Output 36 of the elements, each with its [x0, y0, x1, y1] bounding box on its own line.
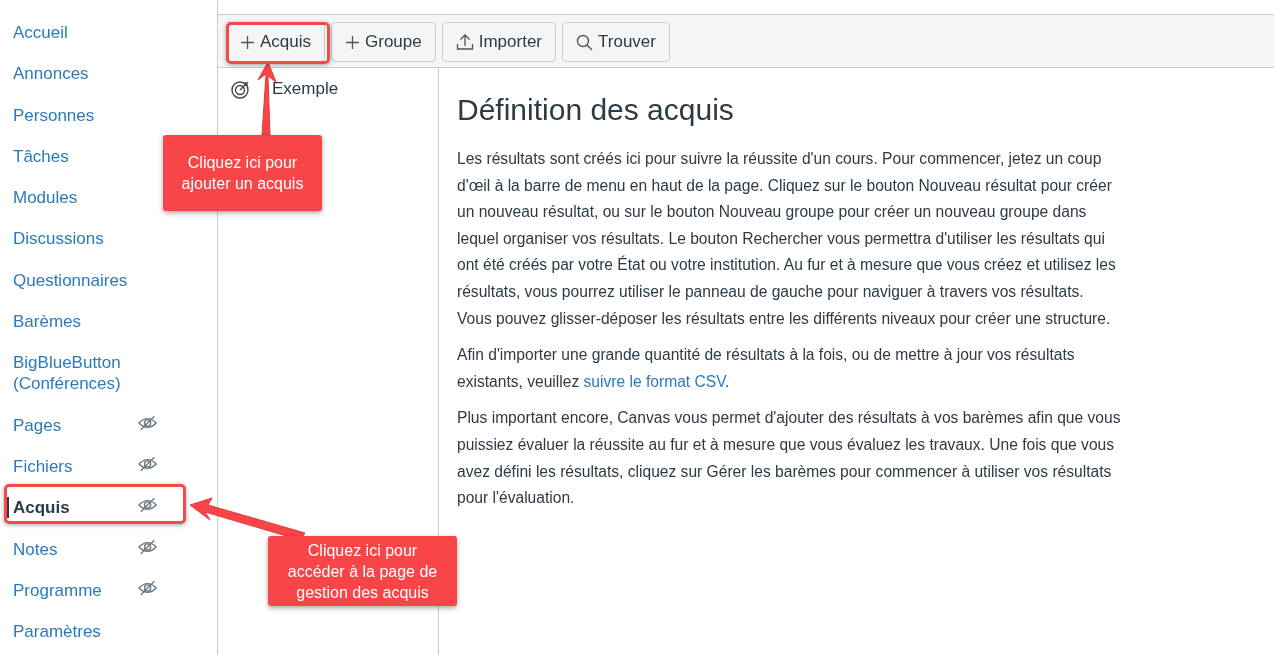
- toolbar-button[interactable]: Importer: [441, 22, 557, 62]
- outcome-link[interactable]: Exemple: [272, 79, 339, 99]
- nav-link[interactable]: Pages: [7, 414, 171, 436]
- nav-link[interactable]: Personnes: [7, 104, 143, 126]
- nav-link[interactable]: Barèmes: [7, 311, 143, 333]
- toolbar-button[interactable]: Groupe: [331, 22, 436, 62]
- nav-link[interactable]: Questionnaires: [7, 269, 143, 291]
- upload-icon: [455, 33, 474, 51]
- plus-icon: [345, 34, 361, 50]
- callout: Cliquez ici pour ajouter un acquis: [163, 135, 322, 211]
- nav-link[interactable]: Tâches: [7, 145, 143, 167]
- nav-link[interactable]: Annonces: [7, 63, 143, 85]
- nav-link[interactable]: Accueil: [7, 22, 143, 43]
- nav-link[interactable]: Fichiers: [7, 455, 171, 477]
- nav-link[interactable]: Notes: [7, 538, 171, 560]
- nav-link[interactable]: Modules: [7, 187, 143, 209]
- hidden-eye-icon: [137, 538, 157, 555]
- nav-link[interactable]: Acquis: [7, 497, 171, 519]
- csv-format-link[interactable]: suivre le format CSV: [583, 372, 726, 390]
- nav-link[interactable]: Paramètres: [7, 621, 143, 643]
- target-icon: [231, 79, 250, 99]
- paragraph: Plus important encore, Canvas vous permet d'ajouter des résultats à vos barèmes afin que vous puissiez évaluer la réussite au fur et à mesure que vous évaluez les travaux. Une fois que vous avez défini les résultats, cliquez sur Gérer les barèmes pour commencer à utiliser vos résultats pour l'évaluation.: [457, 408, 1122, 509]
- nav-link[interactable]: Programme: [7, 579, 171, 601]
- hidden-eye-icon: [137, 579, 157, 596]
- hidden-eye-icon: [137, 455, 157, 472]
- search-icon: [576, 33, 594, 51]
- nav-link[interactable]: BigBlueButton (Conférences): [7, 352, 143, 395]
- page-title: Définition des acquis: [457, 92, 735, 128]
- hidden-eye-icon: [137, 497, 157, 514]
- plus-icon: [240, 34, 255, 50]
- toolbar-button[interactable]: Trouver: [562, 22, 670, 62]
- paragraph: Afin d'importer une grande quantité de résultats à la fois, ou de mettre à jour vos résultats existants, veuillez suivre le format CSV.: [457, 345, 1076, 392]
- paragraph: Les résultats sont créés ici pour suivre la réussite d'un cours. Pour commencer, jetez un coup d'œil à la barre de menu en haut de la page. Cliquez sur le bouton Nouveau résultat pour créer un nouveau résultat, ou sur le bouton Nouveau groupe pour créer un nouveau groupe dans lequel organiser vos résultats. Le bouton Rechercher vous permettra d'utiliser les résultats qui ont été créés par votre État ou votre institution. Au fur et à mesure que vous créez et utilisez les résultats, vous pourrez utiliser le panneau de gauche pour naviguer à travers vos résultats. Vous pouvez glisser-déposer les résultats entre les différents niveaux pour créer une structure.: [457, 149, 1117, 329]
- callout: Cliquez ici pour accéder à la page de gestion des acquis: [268, 536, 457, 606]
- nav-link[interactable]: Discussions: [7, 228, 143, 250]
- hidden-eye-icon: [137, 414, 157, 431]
